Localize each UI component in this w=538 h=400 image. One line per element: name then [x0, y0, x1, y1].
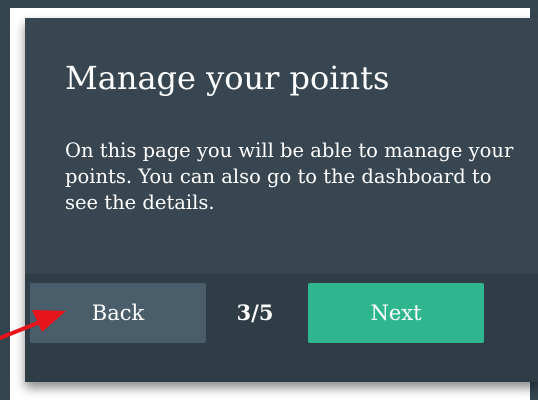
dialog-message: On this page you will be able to manage …: [65, 139, 514, 214]
dialog-body: Manage your points On this page you will…: [25, 18, 538, 274]
step-counter: 3/5: [236, 300, 274, 325]
annotation-arrow-icon: [0, 310, 66, 340]
page-backdrop-top: [0, 0, 538, 8]
dialog-title: Manage your points: [65, 59, 390, 97]
next-button[interactable]: Next: [308, 283, 484, 343]
